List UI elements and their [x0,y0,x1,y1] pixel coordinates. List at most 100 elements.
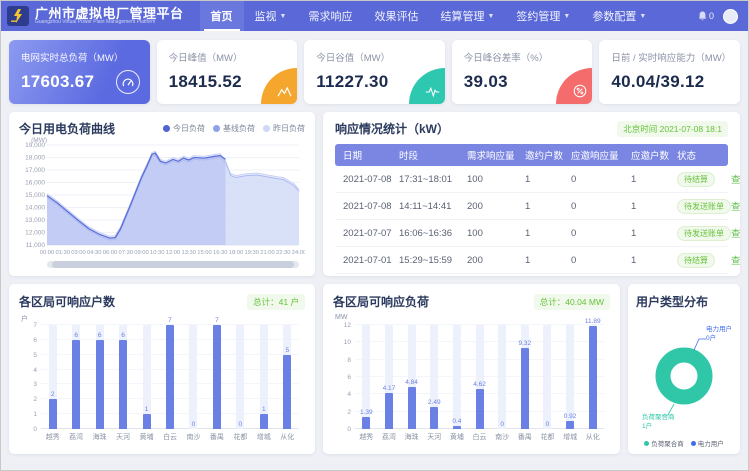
bar-group-11[interactable]: 11.89从化 [581,325,604,429]
bar-plot-area: 0246810121.39越秀4.17荔湾4.84海珠2.49天河0.4黄埔4.… [355,325,604,429]
bar-value-label: 2.49 [428,399,441,406]
x-axis-category-label: 增城 [563,432,577,442]
nav-item-label: 结算管理 [440,8,484,24]
panel-title: 响应情况统计（kW） [335,120,449,137]
legend-item[interactable]: 今日负荷 [163,123,205,134]
table-cell: 100 [459,228,517,239]
svg-text:18,000: 18,000 [25,155,45,162]
bar-group-7[interactable]: 0南沙 [182,325,205,429]
view-details-link[interactable]: 查看 [731,256,740,267]
kpi-card-response-capability: 日前 / 实时响应能力（MW） 40.04/39.12 [599,40,740,104]
bar-group-8[interactable]: 7番禺 [205,325,228,429]
bar-track [189,325,197,429]
legend-dot [213,125,220,132]
y-axis-tick-label: 2 [19,396,37,403]
table-cell: 待结算 [669,253,723,268]
bar-value-label: 0.4 [452,418,461,425]
kpi-label: 今日谷值（MW） [316,50,433,64]
legend-label: 昨日负荷 [273,123,305,134]
district-users-bar-chart[interactable]: 户012345672越秀6荔湾6海珠6天河1黄埔7白云0南沙7番禺0花都1增城5… [19,314,305,446]
bar-value-label: 1 [145,406,149,413]
bar-group-5[interactable]: 1黄埔 [135,325,158,429]
bar-value-label: 7 [215,317,219,324]
bar-value-label: 4.84 [405,379,418,386]
bar [362,417,370,429]
bar-group-6[interactable]: 4.62白云 [468,325,491,429]
y-axis-tick-label: 3 [19,381,37,388]
bar-group-9[interactable]: 0花都 [536,325,559,429]
x-axis-category-label: 越秀 [46,432,60,442]
bar-group-1[interactable]: 1.39越秀 [355,325,378,429]
bar-group-2[interactable]: 4.17荔湾 [378,325,401,429]
bar-value-label: 9.32 [518,340,531,347]
table-cell: 待发送账单 [669,226,723,241]
column-header: 时段 [391,148,459,162]
bar-group-6[interactable]: 7白云 [158,325,181,429]
bar-group-1[interactable]: 2越秀 [41,325,64,429]
response-stats-panel: 响应情况统计（kW） 北京时间 2021-07-08 18:1 日期时段需求响应… [323,112,740,276]
user-type-panel: 用户类型分布 电力用户 0户 负荷聚合商 1户 [628,284,740,454]
panel-title: 用户类型分布 [636,293,732,310]
bar-group-5[interactable]: 0.4黄埔 [446,325,469,429]
bar [72,340,80,429]
bar-group-9[interactable]: 0花都 [229,325,252,429]
status-badge: 待结算 [677,172,715,187]
bar-group-7[interactable]: 0南沙 [491,325,514,429]
svg-text:04:30: 04:30 [87,250,102,256]
view-details-link[interactable]: 查看 [731,175,740,186]
view-details-link[interactable]: 查看 [731,202,740,213]
nav-item-settlement[interactable]: 结算管理▼ [429,1,505,31]
nav-item-contract[interactable]: 签约管理▼ [505,1,581,31]
svg-text:06:00: 06:00 [103,250,118,256]
notification-bell-icon[interactable]: 0 [698,11,714,21]
bar [119,340,127,429]
district-load-bar-chart[interactable]: MW0246810121.39越秀4.17荔湾4.84海珠2.49天河0.4黄埔… [333,314,610,446]
legend-item[interactable]: 昨日负荷 [263,123,305,134]
table-cell: 0 [563,228,623,239]
x-axis-category-label: 白云 [163,432,177,442]
nav-item-effect-eval[interactable]: 效果评估 [363,1,429,31]
svg-text:21:00: 21:00 [260,250,275,256]
load-curve-chart[interactable]: 11,00012,00013,00014,00015,00016,00017,0… [19,137,305,271]
view-details-link[interactable]: 查看 [731,229,740,240]
svg-text:12,000: 12,000 [25,230,45,237]
bar-group-2[interactable]: 6荔湾 [64,325,87,429]
table-cell: 17:31~18:01 [391,174,459,185]
y-axis-tick-label: 6 [19,337,37,344]
user-avatar[interactable] [723,9,738,24]
y-axis-tick-label: 5 [19,352,37,359]
bar-group-3[interactable]: 6海珠 [88,325,111,429]
nav-item-params[interactable]: 参数配置▼ [581,1,657,31]
total-users-badge: 总计：41 户 [247,294,305,310]
nav-item-monitor[interactable]: 监视▼ [244,1,298,31]
y-axis-tick-label: 6 [333,374,351,381]
bar-group-4[interactable]: 2.49天河 [423,325,446,429]
top-navigation-bar: 广州市虚拟电厂管理平台 Guangzhou Virtual Power Plan… [1,1,748,31]
x-axis-category-label: 黄埔 [140,432,154,442]
bar-group-11[interactable]: 5从化 [276,325,299,429]
svg-text:11,000: 11,000 [26,242,46,249]
bar-group-4[interactable]: 6天河 [111,325,134,429]
bar-value-label: 6 [74,332,78,339]
nav-item-label: 效果评估 [374,8,418,24]
bar-group-8[interactable]: 9.32番禺 [513,325,536,429]
bar-group-3[interactable]: 4.84海珠 [400,325,423,429]
x-axis-category-label: 花都 [233,432,247,442]
bottom-row: 各区局可响应户数 总计：41 户 户012345672越秀6荔湾6海珠6天河1黄… [9,284,740,454]
legend-item[interactable]: 基线负荷 [213,123,255,134]
district-load-panel: 各区局可响应负荷 总计：40.04 MW MW0246810121.39越秀4.… [323,284,620,454]
user-type-donut-chart[interactable]: 电力用户 0户 负荷聚合商 1户 [636,312,732,434]
nav-item-demand-response[interactable]: 需求响应 [297,1,363,31]
app-subtitle: Guangzhou Virtual Power Plant Management… [35,20,184,25]
kpi-card-peak-valley-rate: 今日峰谷差率（%） 39.03 [452,40,593,104]
legend-item-aggregator: 负荷聚合商 [644,438,684,448]
bar-group-10[interactable]: 0.92增城 [559,325,582,429]
table-cell: 1 [623,174,669,185]
x-axis-category-label: 南沙 [186,432,200,442]
bar [143,414,151,429]
bar [476,389,484,429]
bar-value-label: 0 [192,421,196,428]
bar-value-label: 6 [98,332,102,339]
nav-item-home[interactable]: 首页 [200,1,244,31]
bar-group-10[interactable]: 1增城 [252,325,275,429]
